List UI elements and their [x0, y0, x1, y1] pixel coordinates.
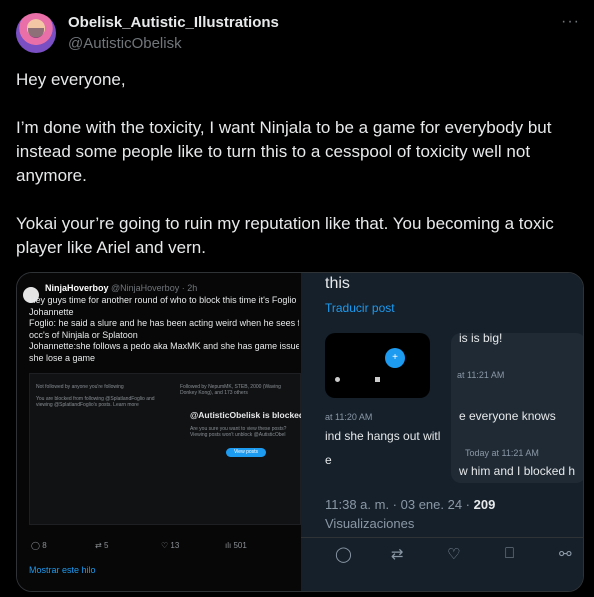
embedded-line: Hey guys time for another round of who t…: [29, 295, 299, 305]
embedded-phone-image: +: [325, 333, 430, 398]
chat-line: w him and I blocked h: [459, 464, 576, 478]
embedded-timestamp: 11:38 a. m. · 03 ene. 24 · 209: [325, 497, 496, 512]
attached-image[interactable]: NinjaHoverboy @NinjaHoverboy · 2h Hey gu…: [16, 272, 584, 592]
embedded-view-count: 209: [473, 497, 496, 512]
embedded-like-count: ♡ 13: [161, 541, 180, 550]
chat-time: at 11:20 AM: [325, 412, 373, 422]
embedded-action-bar: ◯ ⇄ ♡ ⎕ ⚯: [301, 545, 583, 569]
plus-icon: +: [385, 348, 405, 368]
embedded-chat-card: [451, 333, 583, 483]
blocked-subtext: Are you sure you want to view these post…: [190, 426, 287, 438]
translate-post-link: Traducir post: [325, 301, 395, 315]
embedded-line: Johannette: [29, 306, 74, 317]
chat-line: ind she hangs out witl: [325, 429, 441, 443]
show-thread-link: Mostrar este hilo: [29, 565, 96, 575]
embedded-repost-count: ⇄ 5: [95, 541, 109, 550]
divider: [301, 537, 583, 538]
view-posts-button: View posts: [226, 448, 266, 457]
chat-line: is is big!: [459, 331, 503, 345]
blocked-note-text: You are blocked from following @Splatlan…: [36, 396, 155, 408]
author-handle[interactable]: @AutisticObelisk: [68, 35, 182, 52]
square-icon: [375, 377, 380, 382]
not-followed-text: Not followed by anyone you're following: [36, 384, 124, 390]
embedded-line: Foglio: he said a slure and he has been …: [29, 318, 299, 328]
left-screenshot: NinjaHoverboy @NinjaHoverboy · 2h Hey gu…: [17, 273, 305, 591]
embedded-meta: @NinjaHoverboy · 2h: [111, 283, 198, 293]
chat-line: e: [325, 453, 332, 467]
embedded-line: Johannette:she follows a pedo aka MaxMK …: [29, 341, 299, 351]
post-paragraph: I’m done with the toxicity, I want Ninja…: [16, 118, 552, 185]
chat-time: Today at 11:21 AM: [465, 448, 539, 458]
right-screenshot: this Traducir post + is is big! at 11:21…: [301, 273, 583, 591]
share-icon: ⚯: [559, 546, 572, 563]
post-paragraph: Yokai your’re going to ruin my reputatio…: [16, 214, 554, 257]
chat-time: at 11:21 AM: [457, 370, 505, 380]
blocked-title: @AutisticObelisk is blocked: [190, 410, 305, 420]
embedded-reply-count: ◯ 8: [31, 541, 47, 550]
embedded-views-label: Visualizaciones: [325, 516, 415, 531]
embedded-line: occ's of Ninjala or Splatoon: [29, 329, 138, 340]
embedded-top-word: this: [325, 275, 350, 292]
avatar[interactable]: [16, 13, 56, 53]
embedded-blocked-panel: Not followed by anyone you're following …: [29, 373, 305, 525]
followed-by-text: Followed by NepumMK, STEB, 2000 (Waving …: [180, 384, 281, 396]
embedded-name: NinjaHoverboy: [45, 283, 109, 293]
post-text: Hey everyone, I’m done with the toxicity…: [16, 68, 581, 284]
reply-icon: ◯: [335, 546, 352, 563]
author-display-name[interactable]: Obelisk_Autistic_Illustrations: [68, 14, 279, 31]
embedded-views-count: ılı 501: [225, 541, 247, 550]
more-options-icon[interactable]: ···: [561, 13, 580, 31]
bookmark-icon: ⎕: [505, 545, 515, 562]
embedded-line: she lose a game: [29, 352, 96, 363]
post-paragraph: Hey everyone,: [16, 70, 126, 89]
chat-line: e everyone knows: [459, 409, 556, 423]
dot-icon: [335, 377, 340, 382]
like-icon: ♡: [447, 546, 461, 563]
embedded-post-text: Hey guys time for another round of who t…: [29, 295, 299, 364]
repost-icon: ⇄: [391, 546, 404, 563]
